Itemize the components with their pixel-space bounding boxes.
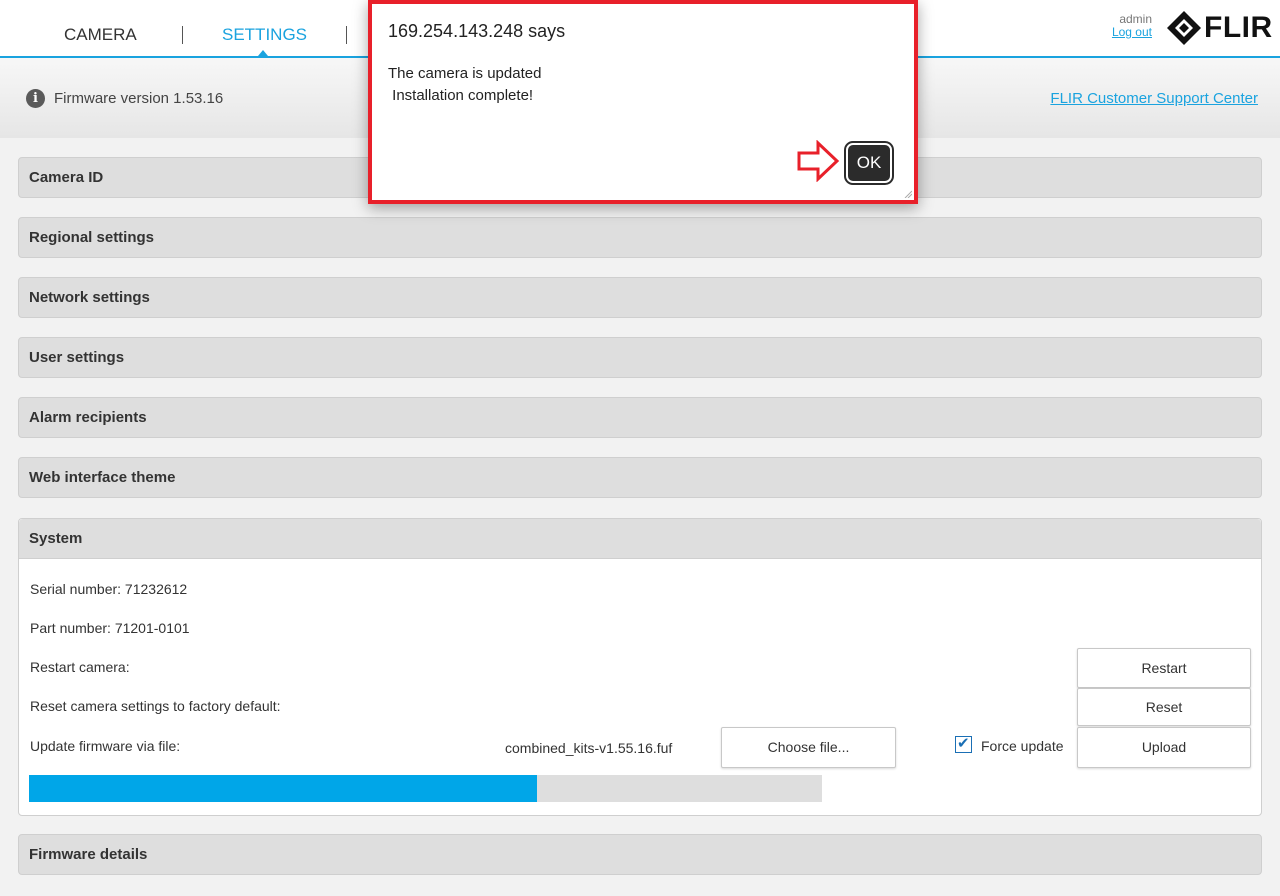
panel-system: System Serial number: 71232612 Part numb… xyxy=(18,518,1262,816)
panel-title[interactable]: User settings xyxy=(19,338,1261,377)
panel-regional-settings[interactable]: Regional settings xyxy=(18,217,1262,258)
support-center-link[interactable]: FLIR Customer Support Center xyxy=(1050,90,1258,107)
progress-fill xyxy=(29,775,537,802)
panel-alarm-recipients[interactable]: Alarm recipients xyxy=(18,397,1262,438)
upload-button[interactable]: Upload xyxy=(1077,727,1251,768)
highlight-frame xyxy=(368,0,918,204)
reset-label: Reset camera settings to factory default… xyxy=(30,698,281,714)
logout-link[interactable]: Log out xyxy=(1112,26,1152,39)
alert-dialog: 169.254.143.248 says The camera is updat… xyxy=(368,0,918,204)
flir-diamond-icon xyxy=(1167,11,1201,45)
tab-settings[interactable]: SETTINGS xyxy=(222,25,307,45)
part-number: Part number: 71201-0101 xyxy=(30,620,190,636)
serial-number: Serial number: 71232612 xyxy=(30,581,188,597)
selected-file-name: combined_kits-v1.55.16.fuf xyxy=(505,740,673,756)
tab-separator xyxy=(182,26,183,44)
logo-text: FLIR xyxy=(1204,11,1273,44)
panel-title[interactable]: Network settings xyxy=(19,278,1261,317)
reset-button[interactable]: Reset xyxy=(1077,688,1251,726)
checkmark-icon: ✔ xyxy=(957,735,970,752)
force-update-label: Force update xyxy=(981,738,1064,754)
firmware-version: Firmware version 1.53.16 xyxy=(54,90,224,107)
panel-network-settings[interactable]: Network settings xyxy=(18,277,1262,318)
firmware-progress-bar xyxy=(29,775,822,802)
panel-title[interactable]: System xyxy=(19,519,1261,559)
restart-label: Restart camera: xyxy=(30,659,130,675)
panel-title[interactable]: Regional settings xyxy=(19,218,1261,257)
update-firmware-label: Update firmware via file: xyxy=(30,738,181,754)
panel-title[interactable]: Web interface theme xyxy=(19,458,1261,497)
info-icon: i xyxy=(26,89,45,108)
panel-user-settings[interactable]: User settings xyxy=(18,337,1262,378)
tab-separator xyxy=(346,26,347,44)
user-box: admin Log out xyxy=(1112,13,1152,39)
panel-title[interactable]: Alarm recipients xyxy=(19,398,1261,437)
flir-logo: FLIR xyxy=(1166,8,1273,48)
panel-title[interactable]: Firmware details xyxy=(19,835,1261,874)
tab-camera[interactable]: CAMERA xyxy=(64,25,137,45)
restart-button[interactable]: Restart xyxy=(1077,648,1251,688)
choose-file-button[interactable]: Choose file... xyxy=(721,727,896,768)
force-update-checkbox[interactable]: ✔ xyxy=(955,735,972,753)
panel-web-interface-theme[interactable]: Web interface theme xyxy=(18,457,1262,498)
active-tab-indicator xyxy=(258,50,268,56)
panel-firmware-details[interactable]: Firmware details xyxy=(18,834,1262,875)
